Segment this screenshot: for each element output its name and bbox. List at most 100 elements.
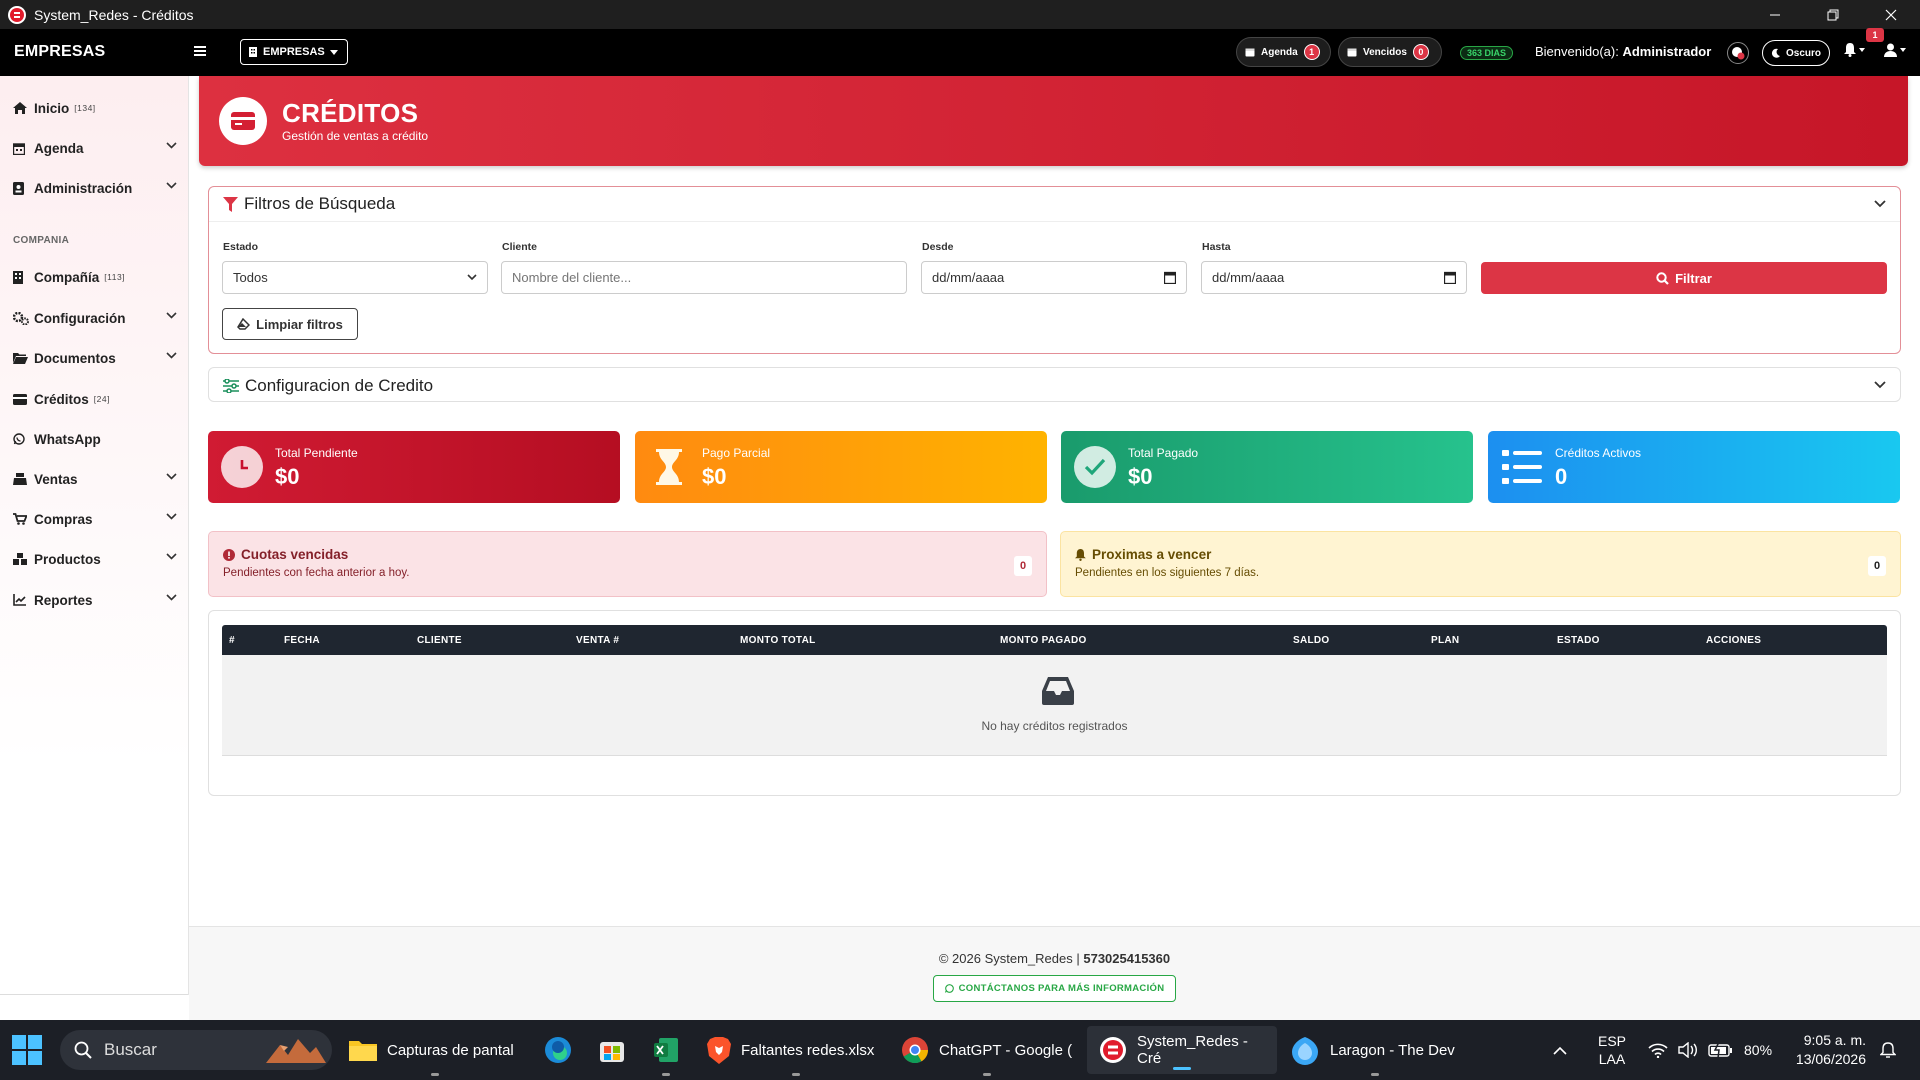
filter-button-label: Filtrar (1675, 270, 1712, 286)
sidebar-item-badge: [113] (104, 272, 126, 282)
taskbar-app-label: Laragon - The Dev (1330, 1041, 1455, 1059)
hourglass-icon (648, 446, 690, 488)
active-indicator (1173, 1067, 1191, 1070)
dark-mode-toggle[interactable]: Oscuro (1762, 40, 1830, 66)
taskbar-app-explorer[interactable]: Capturas de pantal (349, 1020, 521, 1080)
minimize-button[interactable] (1746, 0, 1804, 29)
agenda-count-badge: 1 (1303, 44, 1320, 60)
sidebar-item-agenda[interactable]: Agenda (13, 138, 177, 158)
taskbar-app-chrome[interactable]: ChatGPT - Google ( (901, 1020, 1073, 1080)
column-header[interactable]: MONTO PAGADO (1000, 635, 1087, 646)
column-header[interactable]: PLAN (1431, 635, 1459, 646)
page-title: CRÉDITOS (282, 98, 419, 128)
sidebar-item-label: Documentos (34, 350, 116, 366)
sidebar-item-reportes[interactable]: Reportes (13, 590, 177, 610)
close-window-button[interactable] (1862, 0, 1920, 29)
taskbar-search-box[interactable]: Buscar (60, 1030, 332, 1070)
shopping-cart-icon (13, 513, 29, 525)
sidebar-item-whatsapp[interactable]: WhatsApp (13, 429, 177, 449)
copyright-text: © 2026 System_Redes | (938, 951, 1080, 966)
sidebar-item-creditos[interactable]: Créditos [24] (13, 389, 177, 409)
folder-icon (349, 1038, 377, 1062)
desde-date-input[interactable]: dd/mm/aaaa (921, 261, 1187, 294)
column-header[interactable]: ACCIONES (1706, 635, 1761, 646)
exclamation-circle-icon (223, 548, 235, 561)
column-header[interactable]: ESTADO (1557, 635, 1600, 646)
filters-title: Filtros de Búsqueda (244, 194, 396, 213)
brand-title[interactable]: EMPRESAS (14, 43, 105, 61)
sidebar-item-configuracion[interactable]: Configuración (13, 308, 177, 328)
estado-select[interactable]: Todos (222, 261, 488, 294)
credit-config-panel[interactable]: Configuracion de Credito (208, 367, 1901, 402)
system-redes-icon (1099, 1036, 1127, 1064)
status-circle-icon[interactable] (1727, 42, 1749, 64)
column-header[interactable]: VENTA # (576, 635, 619, 646)
input-language-indicator[interactable]: ESP LAA (1598, 1020, 1626, 1080)
notifications-bell-icon[interactable] (1843, 42, 1865, 57)
filter-button[interactable]: Filtrar (1481, 262, 1887, 294)
lang-bottom: LAA (1598, 1051, 1626, 1067)
calendar-icon[interactable] (1444, 271, 1456, 284)
upcoming-title: Proximas a vencer (1092, 547, 1212, 562)
windows-start-icon[interactable] (12, 1020, 42, 1080)
column-header[interactable]: CLIENTE (417, 635, 462, 646)
hamburger-menu-icon[interactable] (193, 44, 207, 58)
show-hidden-icons-chevron-icon[interactable] (1553, 1020, 1567, 1080)
sidebar-item-inicio[interactable]: Inicio [134] (13, 98, 177, 118)
contact-button[interactable]: CONTÁCTANOS PARA MÁS INFORMACIÓN (933, 975, 1176, 1002)
sidebar-item-documentos[interactable]: Documentos (13, 348, 177, 368)
system-tray-status[interactable]: 80% (1648, 1020, 1772, 1080)
bell-icon (1075, 548, 1086, 561)
taskbar-app-edge[interactable] (540, 1020, 576, 1080)
clear-filters-button[interactable]: Limpiar filtros (222, 308, 358, 340)
column-header[interactable]: # (229, 635, 235, 646)
hasta-date-input[interactable]: dd/mm/aaaa (1201, 261, 1467, 294)
column-header[interactable]: FECHA (284, 635, 320, 646)
column-header[interactable]: SALDO (1293, 635, 1330, 646)
notification-center-icon[interactable] (1880, 1020, 1896, 1080)
window-title: System_Redes - Créditos (34, 6, 194, 23)
filter-icon (223, 196, 238, 212)
calendar-icon (1347, 47, 1357, 57)
calendar-icon[interactable] (1164, 271, 1176, 284)
taskbar-app-brave[interactable]: Faltantes redes.xlsx (707, 1020, 885, 1080)
taskbar-app-label: Faltantes redes.xlsx (741, 1041, 875, 1059)
chevron-down-icon (166, 553, 177, 560)
estado-label: Estado (223, 241, 259, 253)
chevron-down-icon[interactable] (1874, 381, 1886, 389)
chevron-down-icon[interactable] (1874, 200, 1886, 208)
sidebar-divider (0, 994, 188, 995)
inbox-icon (1041, 676, 1075, 706)
sidebar-item-label: Créditos (34, 391, 89, 407)
caret-down-icon (329, 49, 338, 55)
search-icon (1656, 271, 1669, 285)
taskbar-app-excel[interactable] (648, 1020, 684, 1080)
taskbar-app-laragon[interactable]: Laragon - The Dev (1290, 1020, 1460, 1080)
vencidos-pill-button[interactable]: Vencidos 0 (1338, 37, 1442, 67)
sidebar-item-productos[interactable]: Productos (13, 549, 177, 569)
sidebar-item-compania[interactable]: Compañía [113] (13, 267, 177, 287)
taskbar-app-store[interactable] (594, 1020, 630, 1080)
footer-phone: 573025415360 (1083, 951, 1171, 966)
cliente-input[interactable]: Nombre del cliente... (501, 261, 907, 294)
taskbar-app-label: ChatGPT - Google ( (939, 1041, 1073, 1059)
empresas-dropdown-button[interactable]: EMPRESAS (240, 39, 348, 65)
taskbar-app-system-redes[interactable]: System_Redes - Cré (1087, 1026, 1277, 1074)
restore-button[interactable] (1804, 0, 1862, 29)
stat-card-pago-parcial: Pago Parcial $0 (635, 431, 1047, 503)
moon-icon (1771, 48, 1781, 58)
agenda-pill-button[interactable]: Agenda 1 (1236, 37, 1331, 67)
sidebar-item-ventas[interactable]: Ventas (13, 469, 177, 489)
taskbar-clock[interactable]: 9:05 a. m. 13/06/2026 (1786, 1020, 1866, 1080)
vencidos-label: Vencidos (1363, 46, 1407, 58)
calendar-icon (13, 142, 29, 155)
app-logo-icon (8, 5, 26, 24)
filters-header[interactable]: Filtros de Búsqueda (209, 187, 1900, 222)
user-menu-icon[interactable] (1884, 43, 1906, 57)
edge-icon (544, 1036, 572, 1064)
sidebar-item-compras[interactable]: Compras (13, 509, 177, 529)
column-header[interactable]: MONTO TOTAL (740, 635, 816, 646)
sidebar-item-administracion[interactable]: Administración (13, 178, 177, 198)
clock-time: 9:05 a. m. (1803, 1032, 1866, 1048)
credits-table-card: # FECHA CLIENTE VENTA # MONTO TOTAL MONT… (208, 610, 1901, 796)
